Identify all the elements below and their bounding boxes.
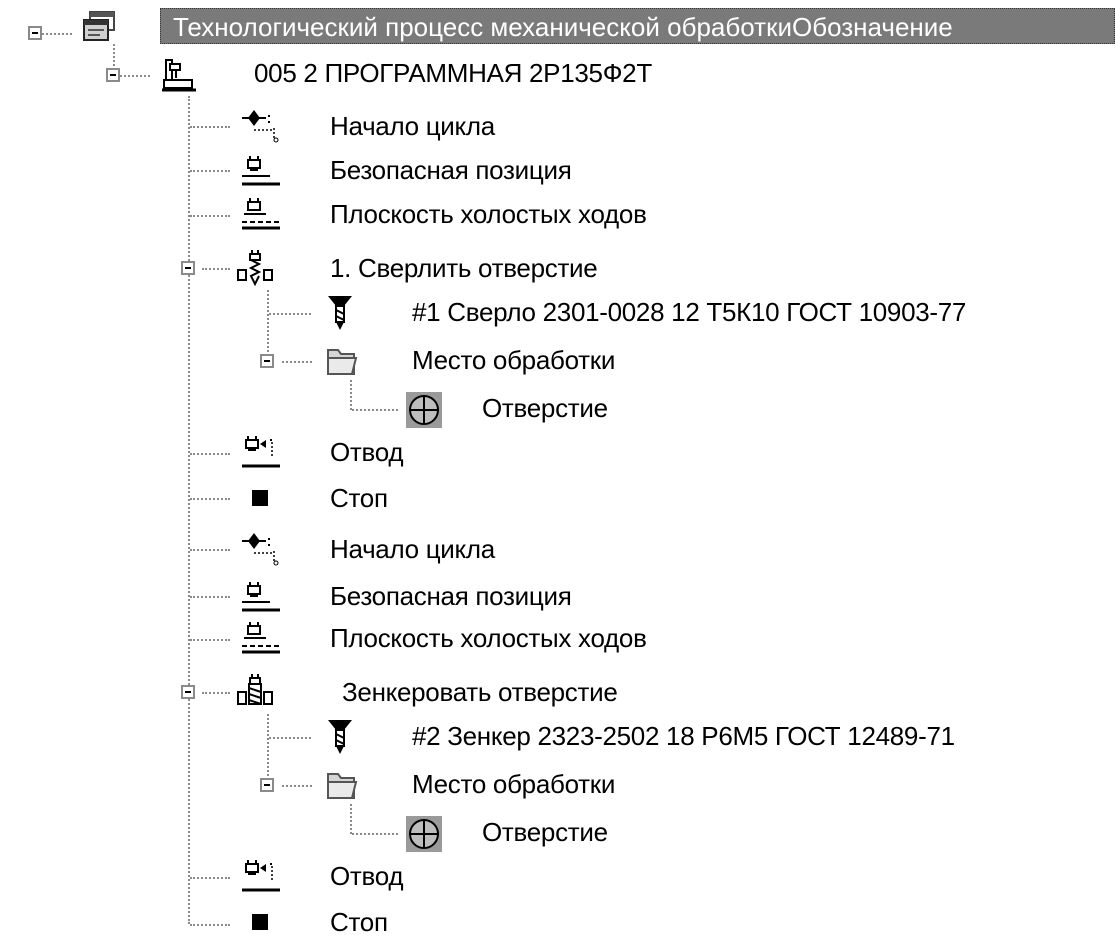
collapse-toggle-drill[interactable] [181, 261, 195, 275]
collapse-toggle-root[interactable] [28, 26, 42, 40]
tree-connector [190, 126, 230, 128]
tree-node-label: Безопасная позиция [330, 155, 572, 185]
idle-plane-icon [240, 194, 280, 234]
tree-node-hole[interactable]: Отверстие [404, 812, 804, 854]
folder-icon [322, 766, 362, 806]
tree-node-label: Начало цикла [330, 534, 495, 564]
tree-node-label: Технологический процесс механической обр… [160, 8, 1115, 44]
countersink-tool-icon [322, 716, 362, 756]
tree-node-label: Отвод [330, 861, 404, 891]
tree-connector [188, 96, 190, 924]
tree-node-operation[interactable]: 005 2 ПРОГРАММНАЯ 2Р135Ф2Т [160, 54, 860, 96]
tree-connector [190, 170, 230, 172]
safe-position-icon [240, 576, 280, 616]
tree-connector [190, 549, 230, 551]
tree-node-step[interactable]: Отвод [240, 856, 640, 898]
tree-connector [42, 33, 72, 35]
idle-plane-icon [240, 618, 280, 658]
collapse-toggle-countersink[interactable] [181, 685, 195, 699]
tree-node-step[interactable]: Начало цикла [240, 106, 840, 148]
tree-node-label: Место обработки [412, 345, 616, 375]
retract-icon [240, 432, 280, 472]
tree-connector [190, 924, 230, 926]
hole-icon [404, 390, 444, 430]
stop-icon [240, 902, 280, 942]
drill-tool-icon [322, 292, 362, 332]
tree-connector [282, 785, 312, 787]
tree-node-label: #1 Сверло 2301-0028 12 Т5К10 ГОСТ 10903-… [412, 297, 967, 327]
tree-node-tool[interactable]: #1 Сверло 2301-0028 12 Т5К10 ГОСТ 10903-… [322, 292, 1115, 334]
stop-icon [240, 478, 280, 518]
tree-node-label: Стоп [330, 907, 388, 937]
countersink-operation-icon [236, 672, 276, 712]
tree-connector [267, 714, 269, 784]
tree-connector [350, 804, 352, 834]
tree-node-step-countersink[interactable]: Зенкеровать отверстие [236, 672, 836, 714]
tree-node-step[interactable]: Стоп [240, 478, 640, 520]
tree-node-step[interactable]: Плоскость холостых ходов [240, 618, 840, 660]
tree-node-step[interactable]: Безопасная позиция [240, 576, 840, 618]
tree-connector [190, 639, 230, 641]
tree-node-root[interactable]: Технологический процесс механической обр… [80, 6, 1115, 48]
tree-node-label: Плоскость холостых ходов [330, 199, 647, 229]
tree-connector [269, 313, 311, 315]
collapse-toggle-operation[interactable] [106, 68, 120, 82]
tree-node-location[interactable]: Место обработки [322, 764, 822, 806]
tree-node-label: Отвод [330, 437, 404, 467]
collapse-toggle-countersink-location[interactable] [260, 778, 274, 792]
drill-operation-icon [236, 248, 276, 288]
machine-icon [160, 56, 200, 96]
tree-connector [202, 268, 230, 270]
tree-connector [350, 380, 352, 410]
retract-icon [240, 856, 280, 896]
tree-node-step-drill[interactable]: 1. Сверлить отверстие [236, 248, 836, 290]
tree-node-label: Безопасная позиция [330, 581, 572, 611]
folder-icon [322, 342, 362, 382]
tree-node-step[interactable]: Стоп [240, 902, 640, 944]
tree-node-location[interactable]: Место обработки [322, 340, 822, 382]
process-window-icon [80, 8, 120, 48]
tree-connector [190, 877, 230, 879]
tree-connector [267, 290, 269, 360]
cycle-start-icon [240, 106, 280, 146]
collapse-toggle-drill-location[interactable] [260, 354, 274, 368]
process-tree: Технологический процесс механической обр… [0, 0, 1115, 937]
tree-node-step[interactable]: Начало цикла [240, 529, 840, 571]
tree-connector [282, 361, 312, 363]
tree-node-step[interactable]: Плоскость холостых ходов [240, 194, 840, 236]
tree-node-label: Стоп [330, 483, 388, 513]
tree-connector [190, 498, 230, 500]
tree-node-label: Зенкеровать отверстие [342, 677, 618, 707]
tree-node-step[interactable]: Безопасная позиция [240, 150, 840, 192]
tree-node-label: Плоскость холостых ходов [330, 623, 647, 653]
tree-connector [120, 75, 150, 77]
tree-node-label: Отверстие [482, 393, 608, 423]
cycle-start-icon [240, 529, 280, 569]
tree-node-label: 1. Сверлить отверстие [330, 253, 598, 283]
tree-node-label: #2 Зенкер 2323-2502 18 Р6М5 ГОСТ 12489-7… [412, 721, 955, 751]
tree-connector [352, 409, 398, 411]
tree-node-tool[interactable]: #2 Зенкер 2323-2502 18 Р6М5 ГОСТ 12489-7… [322, 716, 1115, 758]
tree-node-label: 005 2 ПРОГРАММНАЯ 2Р135Ф2Т [254, 58, 652, 88]
tree-connector [352, 833, 398, 835]
tree-node-label: Отверстие [482, 817, 608, 847]
tree-connector [190, 215, 230, 217]
hole-icon [404, 814, 444, 854]
safe-position-icon [240, 150, 280, 190]
tree-node-hole[interactable]: Отверстие [404, 388, 804, 430]
tree-node-label: Место обработки [412, 769, 616, 799]
tree-connector [202, 692, 230, 694]
tree-connector [269, 737, 311, 739]
tree-connector [190, 453, 230, 455]
tree-node-step[interactable]: Отвод [240, 432, 640, 474]
tree-connector [190, 596, 230, 598]
tree-node-label: Начало цикла [330, 111, 495, 141]
